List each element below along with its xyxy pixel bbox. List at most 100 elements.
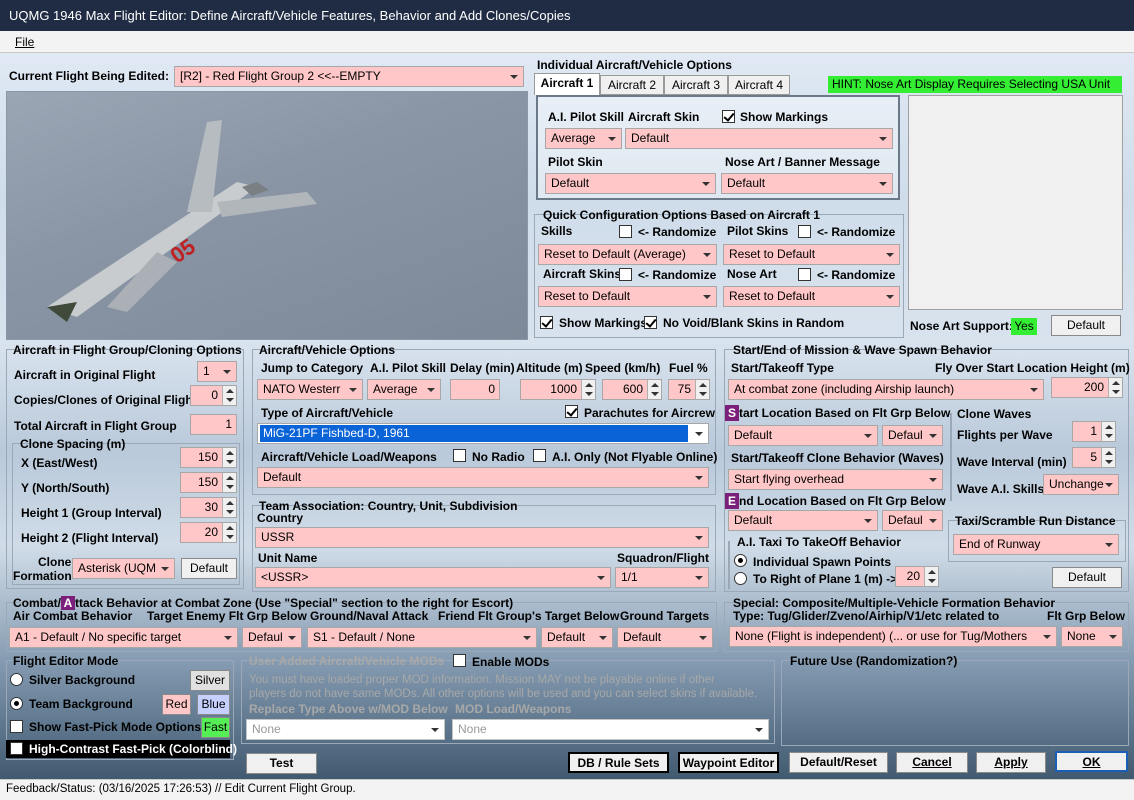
mods-load-dropdown[interactable]: None (452, 719, 769, 740)
tab-aircraft-2[interactable]: Aircraft 2 (600, 75, 664, 95)
no-radio-checkbox[interactable] (453, 449, 466, 462)
quick-nose-art-dropdown[interactable]: Reset to Default (723, 286, 900, 307)
country-dropdown[interactable]: USSR (255, 527, 709, 548)
target-enemy-dropdown[interactable]: Defaul (242, 627, 302, 648)
tab-aircraft-1[interactable]: Aircraft 1 (534, 73, 600, 95)
clone-behavior-dropdown[interactable]: Start flying overhead (728, 469, 943, 490)
spacing-x-spin-buttons[interactable] (222, 448, 236, 467)
start-type-dropdown[interactable]: At combat zone (including Airship launch… (728, 379, 1044, 400)
high-contrast-checkbox[interactable] (10, 742, 23, 755)
special-flt-dropdown[interactable]: None (1061, 626, 1123, 647)
aircraft-type-dropdown[interactable]: MiG-21PF Fishbed-D, 1961 (257, 423, 709, 444)
jump-category-dropdown[interactable]: NATO Westerr (257, 379, 363, 400)
unit-dropdown[interactable]: <USSR> (255, 567, 611, 588)
flight-select-dropdown[interactable]: [R2] - Red Flight Group 2 <<--EMPTY (174, 66, 524, 87)
end-location-dropdown[interactable]: Default (728, 510, 878, 531)
silver-background-radio[interactable] (10, 673, 23, 686)
fuel-spin-buttons[interactable] (695, 380, 709, 399)
delay-input[interactable]: 0 (450, 379, 500, 400)
skills-randomize-checkbox[interactable] (619, 225, 632, 238)
parachutes-checkbox[interactable] (565, 405, 578, 418)
friend-target-dropdown[interactable]: Default (541, 627, 613, 648)
height2-spinner[interactable]: 20 (180, 522, 237, 543)
quick-pilot-skins-dropdown[interactable]: Reset to Default (723, 244, 900, 265)
pilot-skins-randomize-checkbox[interactable] (798, 225, 811, 238)
nose-art-default-button[interactable]: Default (1051, 315, 1121, 336)
default-reset-button[interactable]: Default/Reset (789, 752, 888, 773)
taxi-distance-spinner[interactable]: 20 (895, 566, 939, 587)
taxi-distance-spin-buttons[interactable] (924, 567, 938, 586)
special-type-dropdown[interactable]: None (Flight is independent) (... or use… (729, 626, 1057, 647)
taxi-right-radio[interactable] (734, 572, 747, 585)
load-dropdown[interactable]: Default (257, 467, 709, 488)
squadron-dropdown[interactable]: 1/1 (615, 567, 709, 588)
spacing-y-spinner[interactable]: 150 (180, 472, 237, 493)
height1-spin-buttons[interactable] (222, 498, 236, 517)
silver-button[interactable]: Silver (190, 670, 230, 691)
flights-per-wave-spin-buttons[interactable] (1101, 422, 1115, 441)
fast-button[interactable]: Fast (201, 717, 230, 738)
copies-spin-buttons[interactable] (222, 386, 236, 405)
vehicle-skill-dropdown[interactable]: Average (367, 379, 441, 400)
quick-show-markings-checkbox[interactable] (540, 316, 553, 329)
aircraft-skin-dropdown[interactable]: Default (625, 128, 893, 149)
spacing-x-spinner[interactable]: 150 (180, 447, 237, 468)
start-location-dropdown[interactable]: Default (728, 425, 878, 446)
team-background-radio[interactable] (10, 697, 23, 710)
mods-title: User Added Aircraft/Vehicle MODs (249, 654, 445, 668)
start-type-label: Start/Takeoff Type (731, 361, 834, 375)
orig-flight-dropdown[interactable]: 1 (197, 361, 237, 382)
aircraft-skins-randomize-checkbox[interactable] (619, 268, 632, 281)
mode-title: Flight Editor Mode (13, 654, 119, 668)
blue-button[interactable]: Blue (197, 694, 230, 715)
enable-mods-checkbox[interactable] (453, 654, 466, 667)
wave-ai-skills-dropdown[interactable]: Unchange (1043, 474, 1119, 495)
formation-dropdown[interactable]: Asterisk (UQM (72, 558, 175, 579)
altitude-spin-buttons[interactable] (581, 380, 595, 399)
ground-attack-dropdown[interactable]: S1 - Default / None (307, 627, 537, 648)
pilot-skin-dropdown[interactable]: Default (545, 173, 716, 194)
no-void-skins-checkbox[interactable] (644, 316, 657, 329)
cancel-button[interactable]: Cancel (896, 752, 968, 773)
show-markings-checkbox[interactable] (722, 110, 735, 123)
test-button[interactable]: Test (246, 753, 317, 774)
start-location-dropdown-2[interactable]: Defaul (882, 425, 943, 446)
flights-per-wave-spinner[interactable]: 1 (1072, 421, 1116, 442)
db-rule-sets-button[interactable]: DB / Rule Sets (568, 752, 669, 773)
air-combat-dropdown[interactable]: A1 - Default / No specific target (9, 627, 238, 648)
ground-targets-dropdown[interactable]: Default (617, 627, 713, 648)
altitude-spinner[interactable]: 1000 (520, 379, 596, 400)
wave-interval-spin-buttons[interactable] (1101, 448, 1115, 467)
tab-aircraft-3[interactable]: Aircraft 3 (664, 75, 728, 95)
speed-spinner[interactable]: 600 (602, 379, 662, 400)
taxi-individual-radio[interactable] (734, 554, 747, 567)
fuel-spinner[interactable]: 75 (668, 379, 710, 400)
spacing-y-spin-buttons[interactable] (222, 473, 236, 492)
high-contrast-label: High-Contrast Fast-Pick (Colorblind) (29, 742, 237, 756)
mods-replace-dropdown[interactable]: None (246, 719, 445, 740)
fly-over-spin-buttons[interactable] (1108, 378, 1122, 397)
fast-pick-checkbox[interactable] (10, 720, 23, 733)
menu-file[interactable]: File (15, 35, 34, 49)
end-location-dropdown-2[interactable]: Defaul (882, 510, 943, 531)
apply-button[interactable]: Apply (976, 752, 1046, 773)
ai-only-checkbox[interactable] (533, 449, 546, 462)
tab-aircraft-4[interactable]: Aircraft 4 (728, 75, 790, 95)
speed-spin-buttons[interactable] (647, 380, 661, 399)
height2-spin-buttons[interactable] (222, 523, 236, 542)
copies-spinner[interactable]: 0 (190, 385, 237, 406)
red-button[interactable]: Red (162, 694, 191, 715)
height1-spinner[interactable]: 30 (180, 497, 237, 518)
ai-pilot-skill-dropdown[interactable]: Average (545, 128, 622, 149)
nose-art-dropdown[interactable]: Default (721, 173, 893, 194)
quick-skills-dropdown[interactable]: Reset to Default (Average) (538, 244, 717, 265)
cloning-default-button[interactable]: Default (181, 558, 237, 579)
scramble-dropdown[interactable]: End of Runway (953, 534, 1119, 555)
fly-over-spinner[interactable]: 200 (1051, 377, 1123, 398)
quick-aircraft-skins-dropdown[interactable]: Reset to Default (538, 286, 717, 307)
ok-button[interactable]: OK (1055, 751, 1128, 772)
waypoint-editor-button[interactable]: Waypoint Editor (678, 752, 779, 773)
wave-interval-spinner[interactable]: 5 (1072, 447, 1116, 468)
mission-default-button[interactable]: Default (1052, 567, 1122, 588)
nose-art-randomize-checkbox[interactable] (798, 268, 811, 281)
